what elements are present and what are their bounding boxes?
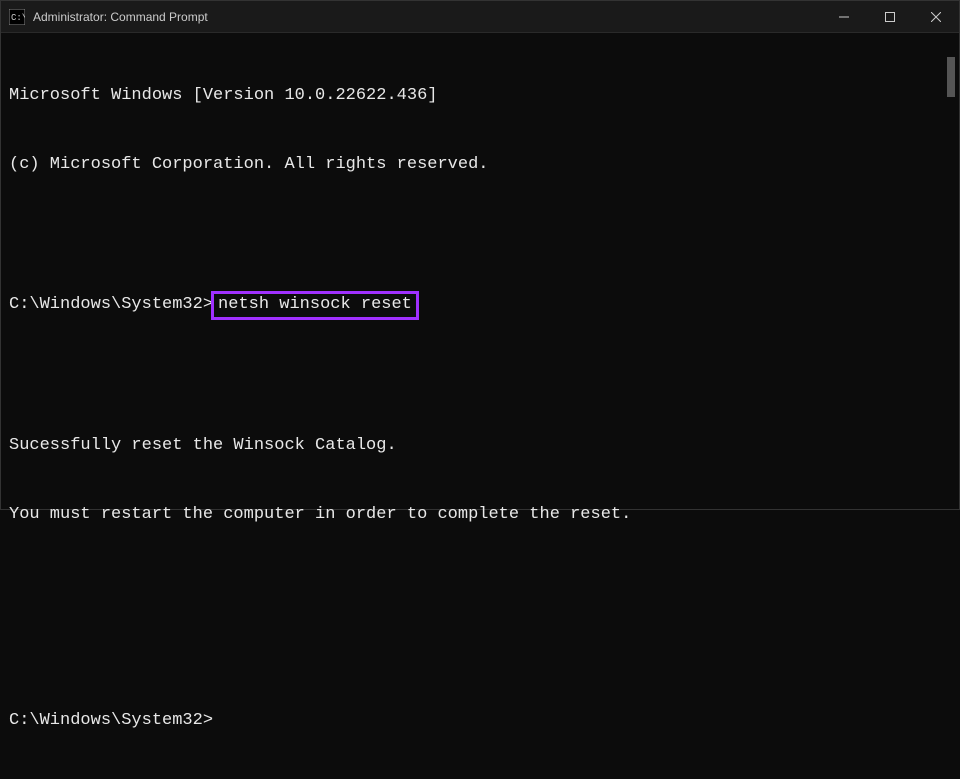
blank-line bbox=[9, 573, 951, 596]
window-title: Administrator: Command Prompt bbox=[33, 10, 208, 24]
blank-line bbox=[9, 366, 951, 389]
close-button[interactable] bbox=[913, 1, 959, 32]
blank-line bbox=[9, 641, 951, 664]
version-line: Microsoft Windows [Version 10.0.22622.43… bbox=[9, 85, 951, 108]
blank-line bbox=[9, 223, 951, 246]
output-line-2: You must restart the computer in order t… bbox=[9, 504, 951, 527]
prompt-line-1: C:\Windows\System32> netsh winsock reset bbox=[9, 291, 951, 320]
terminal-content: Microsoft Windows [Version 10.0.22622.43… bbox=[9, 39, 951, 779]
output-line-1: Sucessfully reset the Winsock Catalog. bbox=[9, 435, 951, 458]
window-controls bbox=[821, 1, 959, 32]
prompt-path-1: C:\Windows\System32> bbox=[9, 294, 213, 317]
prompt-line-2: C:\Windows\System32> bbox=[9, 710, 951, 733]
maximize-button[interactable] bbox=[867, 1, 913, 32]
minimize-button[interactable] bbox=[821, 1, 867, 32]
command-highlight: netsh winsock reset bbox=[211, 291, 419, 320]
titlebar: C:\ Administrator: Command Prompt bbox=[1, 1, 959, 33]
cmd-icon: C:\ bbox=[9, 9, 25, 25]
copyright-line: (c) Microsoft Corporation. All rights re… bbox=[9, 154, 951, 177]
terminal-area[interactable]: Microsoft Windows [Version 10.0.22622.43… bbox=[1, 33, 959, 509]
titlebar-left: C:\ Administrator: Command Prompt bbox=[9, 9, 208, 25]
svg-text:C:\: C:\ bbox=[11, 13, 25, 23]
scrollbar-thumb[interactable] bbox=[947, 57, 955, 97]
command-text: netsh winsock reset bbox=[218, 295, 412, 314]
